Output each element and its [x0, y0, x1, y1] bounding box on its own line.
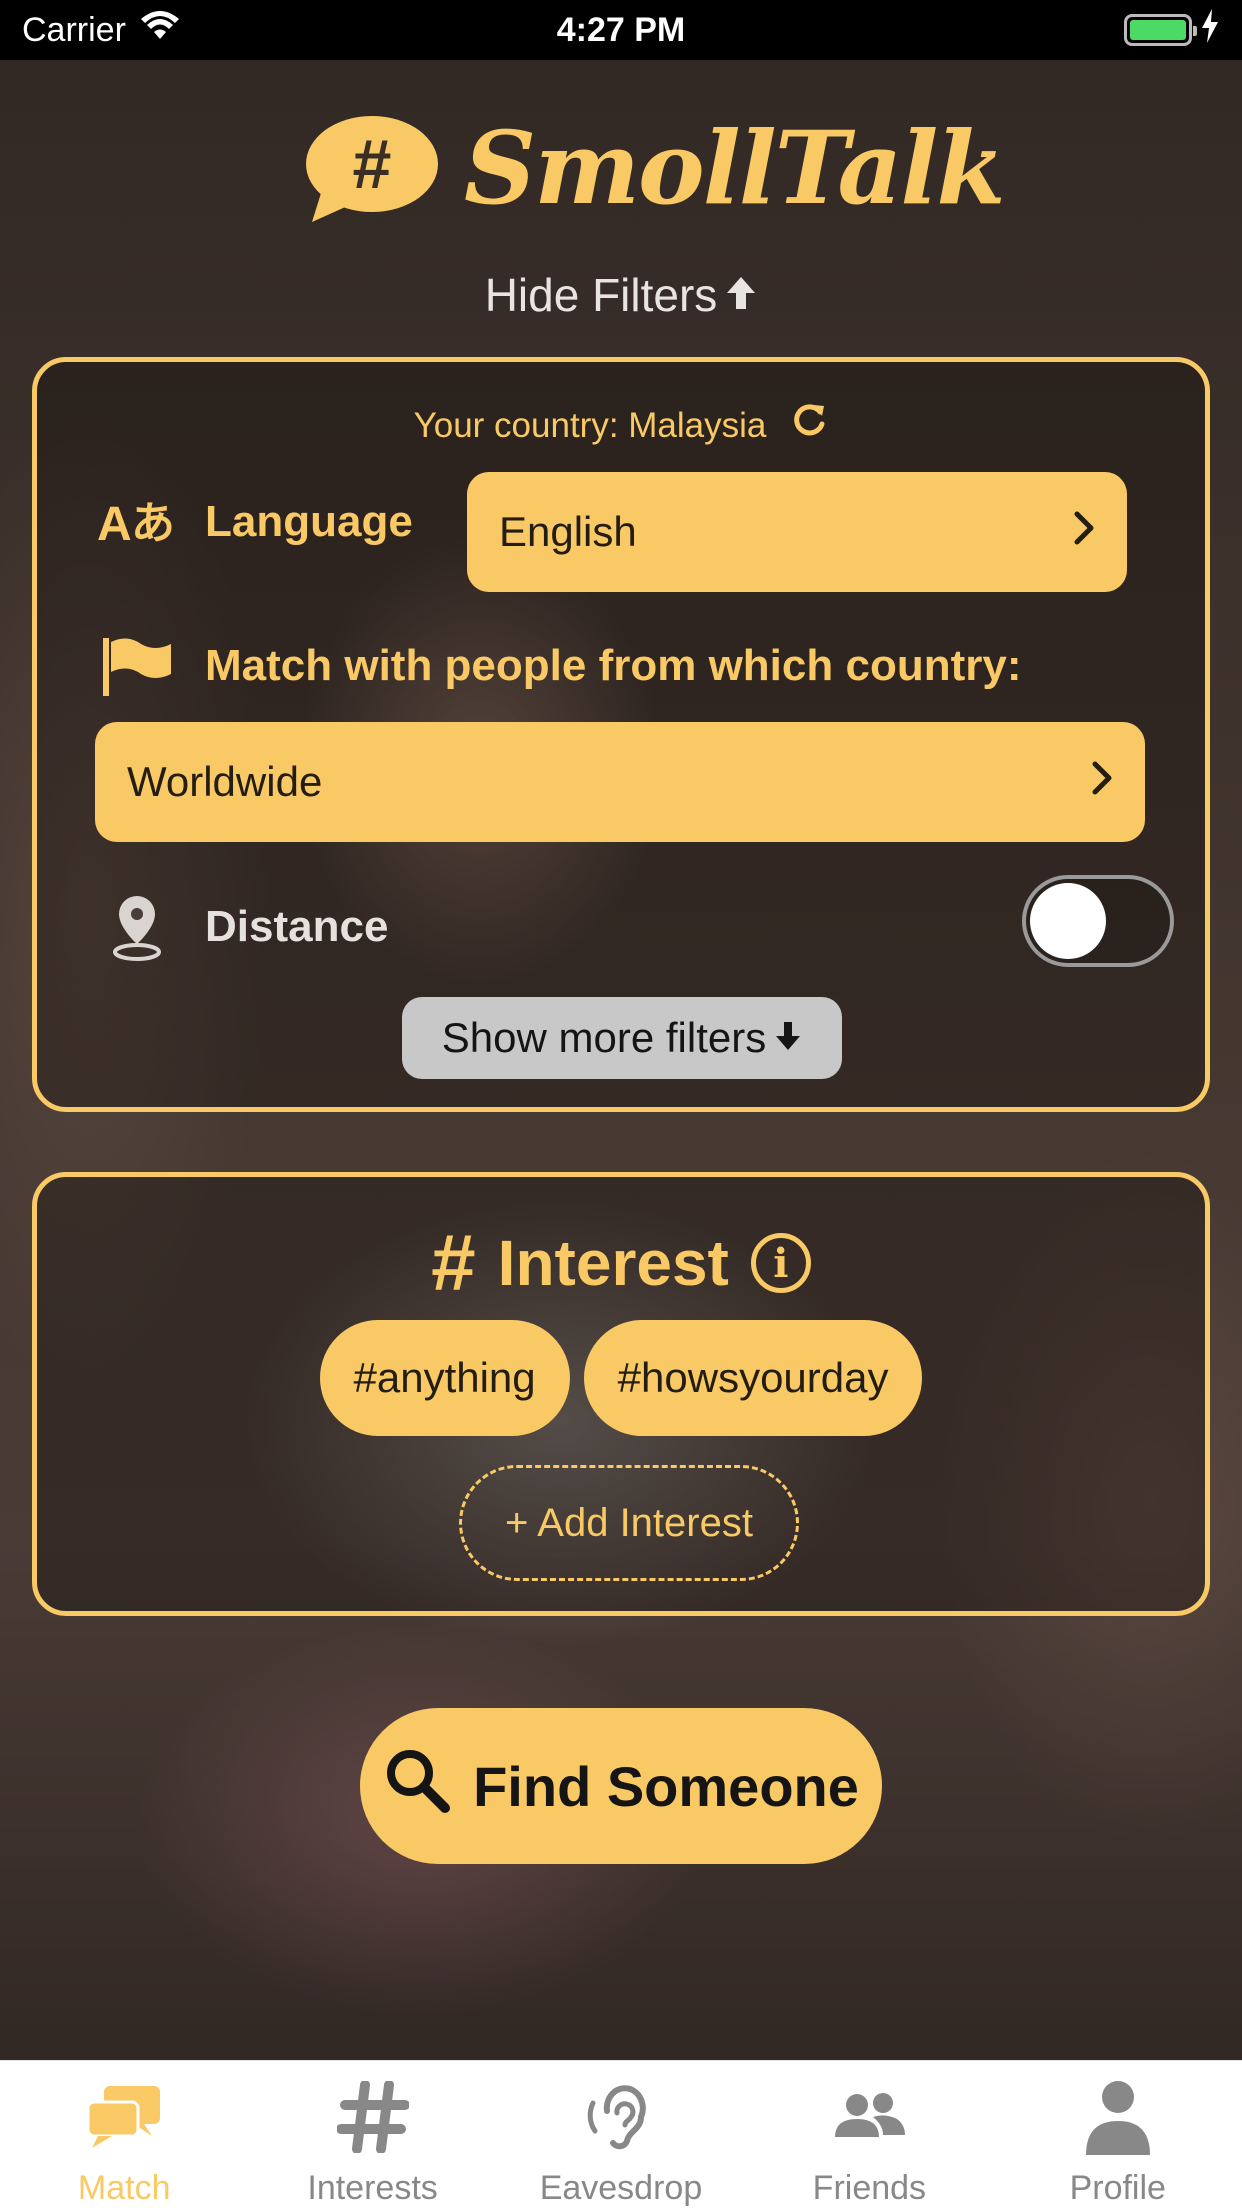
- tab-label: Match: [77, 2169, 171, 2207]
- svg-text:あ: あ: [131, 498, 175, 549]
- interest-panel: # Interest i #anything #howsyourday + Ad…: [32, 1172, 1210, 1616]
- chevron-right-icon: [1091, 758, 1113, 806]
- svg-text:A: A: [97, 498, 132, 551]
- your-country-label: Your country: Malaysia: [413, 405, 767, 445]
- tab-friends[interactable]: Friends: [745, 2061, 993, 2208]
- info-icon[interactable]: i: [750, 1233, 811, 1293]
- tab-label: Eavesdrop: [539, 2169, 703, 2207]
- info-letter: i: [773, 1239, 789, 1287]
- location-pin-icon: [97, 892, 177, 962]
- charging-icon: [1200, 8, 1220, 52]
- find-someone-button[interactable]: Find Someone: [360, 1708, 882, 1864]
- language-row-label: Aあ Language: [97, 492, 413, 552]
- match-country-select[interactable]: Worldwide: [95, 722, 1145, 842]
- interest-tag[interactable]: #anything: [319, 1320, 570, 1436]
- chat-bubbles-icon: [84, 2075, 164, 2159]
- tab-bar: Match Interests Eavesdrop Friends Profil…: [0, 2060, 1242, 2208]
- tab-label: Interests: [307, 2169, 438, 2207]
- distance-row-label: Distance: [97, 892, 388, 962]
- language-label: Language: [205, 497, 413, 546]
- show-more-filters-button[interactable]: Show more filters: [402, 997, 842, 1079]
- flag-icon: [97, 634, 177, 698]
- logo-bubble-icon: #: [300, 112, 440, 224]
- tab-match[interactable]: Match: [0, 2061, 248, 2208]
- status-bar: Carrier 4:27 PM: [0, 0, 1242, 60]
- interest-tag[interactable]: #howsyourday: [583, 1320, 923, 1436]
- language-value: English: [499, 508, 637, 555]
- distance-label: Distance: [205, 902, 389, 951]
- find-someone-label: Find Someone: [473, 1754, 859, 1818]
- tab-label: Friends: [812, 2169, 927, 2207]
- interest-title: Interest: [497, 1227, 729, 1299]
- your-country: Your country: Malaysia: [37, 402, 1205, 449]
- carrier-label: Carrier: [22, 10, 126, 49]
- interest-header: # Interest i: [37, 1217, 1205, 1309]
- people-icon: [829, 2075, 909, 2159]
- clock: 4:27 PM: [556, 10, 686, 49]
- toggle-knob: [1030, 883, 1106, 959]
- match-country-value: Worldwide: [127, 758, 323, 805]
- interest-tags: #anything #howsyourday: [37, 1320, 1205, 1436]
- ear-icon: [585, 2075, 657, 2159]
- hashtag-icon: #: [431, 1218, 476, 1307]
- refresh-icon[interactable]: [790, 402, 828, 449]
- distance-toggle[interactable]: [1022, 875, 1174, 967]
- search-icon: [383, 1746, 451, 1827]
- logo-hash-text: #: [353, 125, 392, 203]
- filters-panel: Your country: Malaysia Aあ Language Engli…: [32, 357, 1210, 1112]
- show-more-filters-label: Show more filters: [441, 1014, 767, 1061]
- arrow-down-icon: [774, 1014, 802, 1062]
- arrow-up-icon: [725, 268, 757, 322]
- app-logo: # SmollTalk: [300, 108, 1006, 228]
- wifi-icon: [140, 10, 180, 50]
- hide-filters-label: Hide Filters: [484, 269, 718, 321]
- match-country-row-label: Match with people from which country:: [97, 634, 1021, 698]
- person-icon: [1082, 2075, 1154, 2159]
- tab-eavesdrop[interactable]: Eavesdrop: [497, 2061, 745, 2208]
- app-title: SmollTalk: [464, 109, 1006, 227]
- tab-profile[interactable]: Profile: [994, 2061, 1242, 2208]
- tab-interests[interactable]: Interests: [249, 2061, 497, 2208]
- hashtag-icon: [336, 2075, 409, 2159]
- language-select[interactable]: English: [467, 472, 1127, 592]
- add-interest-button[interactable]: + Add Interest: [459, 1465, 799, 1581]
- tab-label: Profile: [1069, 2169, 1166, 2207]
- chevron-right-icon: [1073, 508, 1095, 556]
- battery-icon: [1124, 14, 1197, 46]
- hide-filters-button[interactable]: Hide Filters: [0, 268, 1242, 322]
- match-country-label: Match with people from which country:: [205, 641, 1022, 690]
- translate-icon: Aあ: [97, 492, 177, 552]
